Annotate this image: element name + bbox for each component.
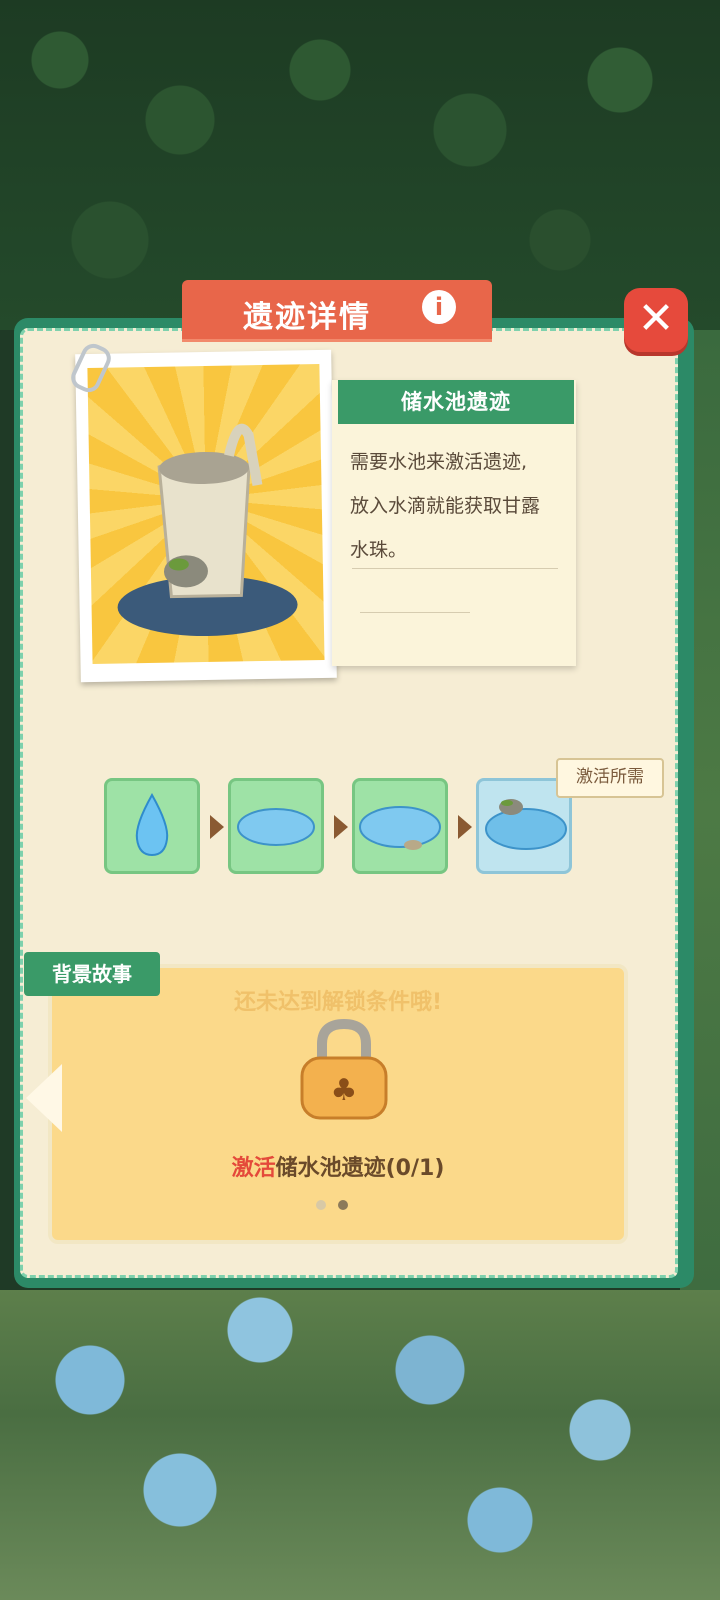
title-tab: 遗迹详情 i bbox=[182, 280, 492, 342]
stage-arrow bbox=[458, 815, 472, 839]
locked-message: 还未达到解锁条件哦! bbox=[233, 990, 443, 1015]
unlock-progress: 激活储水池遗迹(0/1) bbox=[48, 1150, 628, 1182]
evolution-stage-1[interactable] bbox=[104, 778, 200, 874]
divider bbox=[360, 612, 470, 613]
page-dot-2[interactable] bbox=[338, 1200, 348, 1210]
divider bbox=[352, 568, 558, 569]
description-line-2: 放入水滴就能获取甘露 bbox=[350, 495, 541, 517]
panel-title: 遗迹详情 bbox=[243, 300, 371, 335]
evolution-stage-3[interactable] bbox=[352, 778, 448, 874]
close-button[interactable]: ✕ bbox=[624, 288, 688, 352]
ruin-image bbox=[87, 363, 325, 665]
ruin-description: 需要水池来激活遗迹, 放入水滴就能获取甘露 水珠。 bbox=[350, 440, 570, 572]
small-puddle-icon bbox=[237, 808, 315, 846]
activation-required-label: 激活所需 bbox=[556, 758, 664, 798]
progress-text: 储水池遗迹(0/1) bbox=[275, 1156, 445, 1181]
water-drop-icon bbox=[135, 792, 169, 857]
evolution-stage-2[interactable] bbox=[228, 778, 324, 874]
stage-arrow bbox=[334, 815, 348, 839]
ruin-name: 储水池遗迹 bbox=[338, 380, 574, 424]
page-dot-1[interactable] bbox=[316, 1200, 326, 1210]
close-icon: ✕ bbox=[637, 293, 675, 344]
town-background bbox=[0, 1290, 720, 1600]
stage-arrow bbox=[210, 815, 224, 839]
svg-text:♣: ♣ bbox=[331, 1073, 358, 1108]
previous-page-button[interactable] bbox=[26, 1064, 62, 1132]
description-line-1: 需要水池来激活遗迹, bbox=[350, 451, 528, 473]
info-icon[interactable]: i bbox=[422, 290, 456, 324]
description-line-3: 水珠。 bbox=[350, 539, 408, 561]
puddle-with-stone-icon bbox=[359, 806, 441, 850]
progress-highlight: 激活 bbox=[231, 1156, 276, 1181]
lock-icon: ♣ bbox=[296, 1018, 392, 1126]
ruin-photo bbox=[75, 349, 337, 683]
